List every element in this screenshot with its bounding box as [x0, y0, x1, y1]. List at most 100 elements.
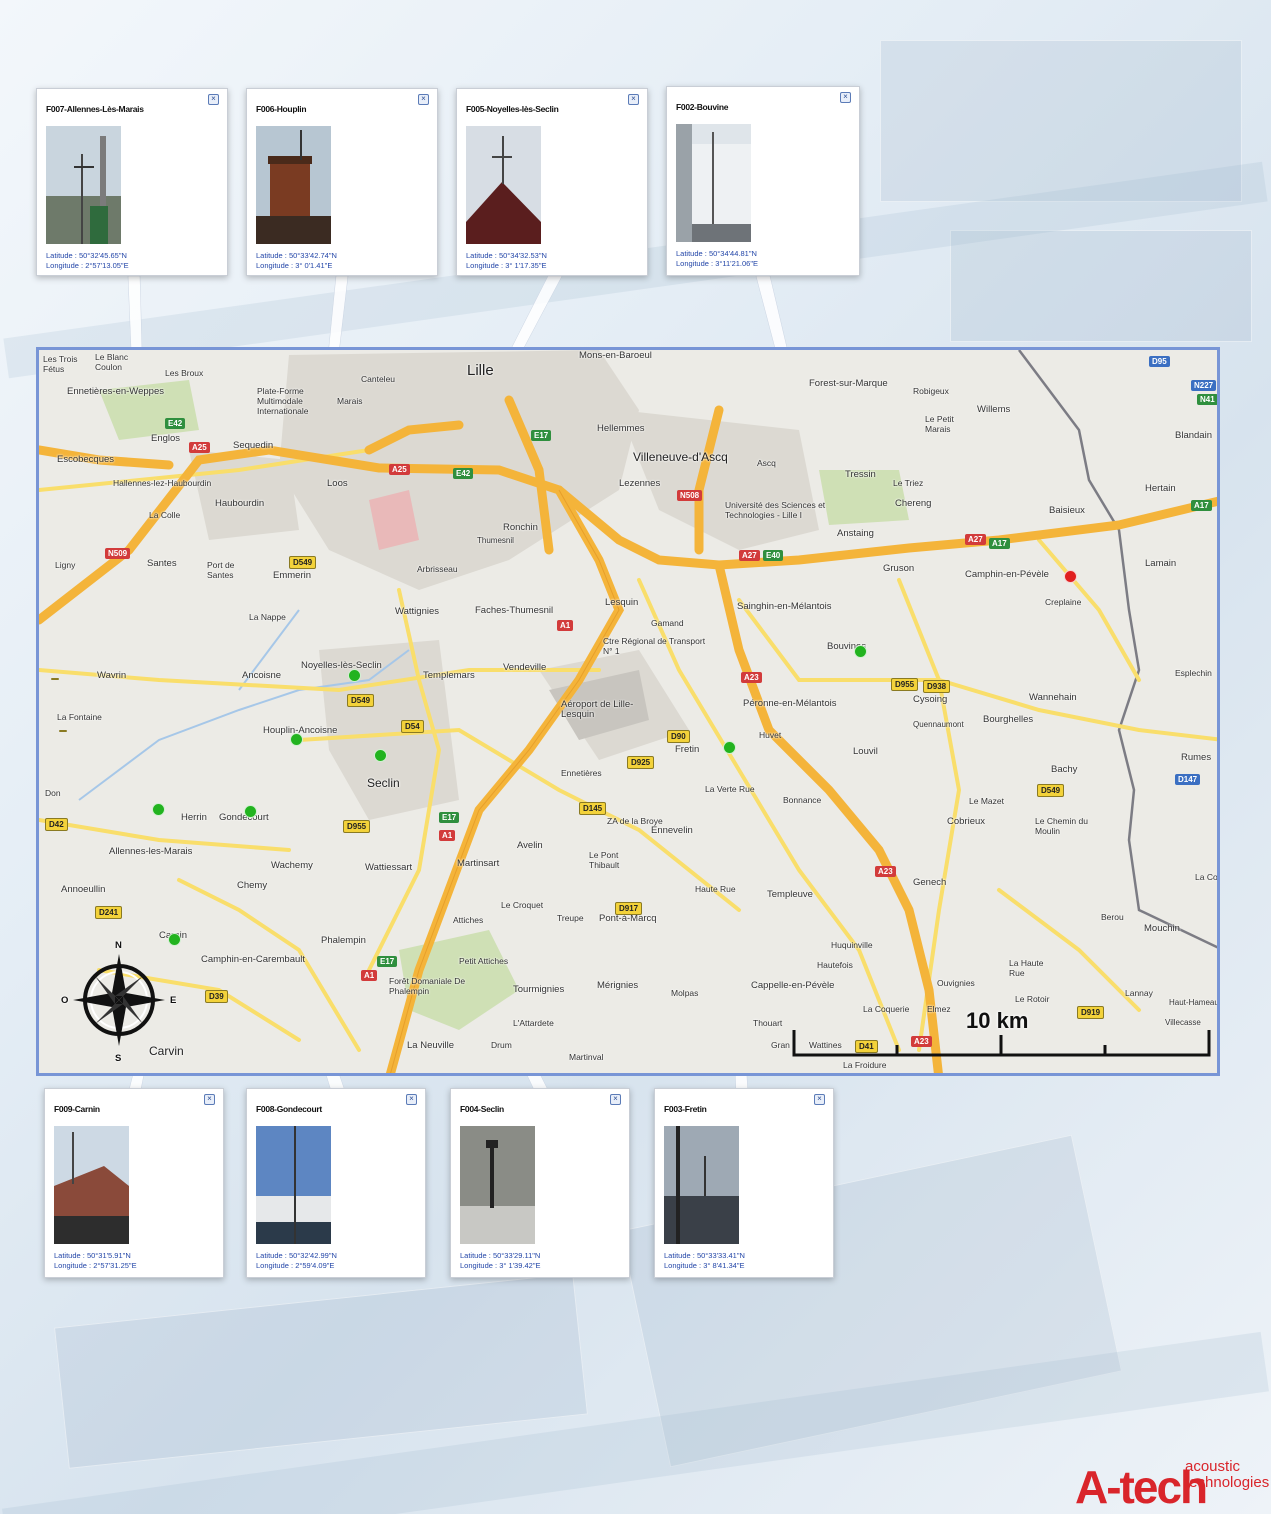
place-froidure: La Froidure	[843, 1060, 887, 1070]
place-chemy: Chemy	[237, 880, 268, 891]
place-ctre: Ctre Régional de Transport N° 1	[603, 636, 706, 656]
close-icon[interactable]: ×	[208, 94, 219, 105]
close-icon[interactable]: ×	[204, 1094, 215, 1105]
place-noyelles: Noyelles-lès-Seclin	[301, 660, 382, 671]
place-ascq: Ascq	[757, 458, 776, 468]
logo-sub2: technologies	[1185, 1474, 1270, 1491]
place-hautefois: Hautefois	[817, 960, 853, 970]
compass-w: O	[61, 995, 69, 1006]
road-shield: N41	[1197, 394, 1217, 405]
road-shield: D938	[923, 680, 951, 693]
station-card-f007[interactable]: F007-Allennes-Lès-Marais × Latitude : 50…	[36, 88, 228, 276]
close-icon[interactable]: ×	[628, 94, 639, 105]
station-marker-f007[interactable]	[152, 803, 165, 816]
place-huvet: Huvet	[759, 730, 782, 740]
station-card-f005[interactable]: F005-Noyelles-lès-Seclin × Latitude : 50…	[456, 88, 648, 276]
road-shield: N509	[105, 548, 131, 559]
place-lesquin: Lesquin	[605, 597, 639, 608]
place-wannehain: Wannehain	[1029, 692, 1077, 703]
road-shield: N227	[1191, 380, 1217, 391]
compass-e: E	[170, 995, 177, 1006]
place-foret: Forêt Domaniale De Phalempin	[389, 976, 466, 996]
road-shield: E17	[377, 956, 398, 967]
place-willems: Willems	[977, 404, 1011, 415]
place-mouchin: Mouchin	[1144, 923, 1180, 934]
station-title: F003-Fretin	[664, 1104, 707, 1114]
place-villecasse: Villecasse	[1165, 1018, 1201, 1027]
place-enneti: Ennetières-en-Weppes	[67, 386, 164, 397]
station-marker-f009[interactable]	[168, 933, 181, 946]
place-tourmignies: Tourmignies	[513, 984, 565, 995]
place-lepont: Le Pont Thibault	[589, 850, 620, 870]
place-lanappe: La Nappe	[249, 612, 286, 622]
place-lepetitmarais: Le Petit Marais	[925, 414, 954, 434]
close-icon[interactable]: ×	[418, 94, 429, 105]
road-shield: D39	[205, 990, 228, 1003]
station-marker-f008[interactable]	[244, 805, 257, 818]
station-card-f009[interactable]: F009-Carnin × Latitude : 50°31'5.91"N Lon…	[44, 1088, 224, 1278]
station-card-f003[interactable]: F003-Fretin × Latitude : 50°33'33.41"N Lo…	[654, 1088, 834, 1278]
place-marais: Marais	[337, 396, 363, 406]
station-title: F005-Noyelles-lès-Seclin	[466, 104, 559, 114]
station-photo	[54, 1126, 129, 1244]
place-ronchin: Ronchin	[503, 522, 538, 533]
place-blandain: Blandain	[1175, 430, 1212, 441]
compass-s: S	[115, 1053, 122, 1064]
place-hertain: Hertain	[1145, 483, 1176, 494]
place-loos: Loos	[327, 478, 348, 489]
place-forest: Forest-sur-Marque	[809, 378, 888, 389]
place-verterue: La Verte Rue	[705, 784, 755, 794]
station-marker-f002[interactable]	[854, 645, 867, 658]
place-lemazet: Le Mazet	[969, 796, 1004, 806]
place-laco: La Co	[1195, 872, 1218, 882]
road-shield: A27	[965, 534, 986, 545]
place-lamain: Lamain	[1145, 558, 1177, 569]
place-huquinville: Huquinville	[831, 940, 873, 950]
place-peronne: Péronne-en-Mélantois	[743, 698, 837, 709]
place-aeroport: Aéroport de Lille-Lesquin	[561, 699, 634, 720]
close-icon[interactable]: ×	[814, 1094, 825, 1105]
place-cobrieux: Cobrieux	[947, 816, 986, 827]
station-marker-f003[interactable]	[723, 741, 736, 754]
place-ancoisne: Ancoisne	[242, 670, 282, 681]
station-marker-f006[interactable]	[290, 733, 303, 746]
place-vendeville: Vendeville	[503, 662, 547, 673]
station-marker-f004[interactable]	[374, 749, 387, 762]
road-shield: D925	[627, 756, 655, 769]
station-card-f006[interactable]: F006-Houplin × Latitude : 50°33'42.74"N L…	[246, 88, 438, 276]
close-icon[interactable]: ×	[406, 1094, 417, 1105]
place-ligny: Ligny	[55, 560, 76, 570]
place-petitattiches: Petit Attiches	[459, 956, 509, 966]
place-lezennes: Lezennes	[619, 478, 661, 489]
close-icon[interactable]: ×	[840, 92, 851, 103]
station-card-f008[interactable]: F008-Gondecourt × Latitude : 50°32'42.99…	[246, 1088, 426, 1278]
station-card-f002[interactable]: F002-Bouvine × Latitude : 50°34'44.81"N L…	[666, 86, 860, 276]
place-camphin: Camphin-en-Pévèle	[965, 569, 1049, 580]
station-card-f004[interactable]: F004-Seclin × Latitude : 50°33'29.11"N Lo…	[450, 1088, 630, 1278]
place-hellemmes: Hellemmes	[597, 423, 645, 434]
road-shield: A1	[557, 620, 574, 631]
place-annoeullin: Annoeullin	[61, 884, 106, 895]
place-drum: Drum	[491, 1040, 512, 1050]
place-martinsart: Martinsart	[457, 858, 500, 869]
place-esplechin: Esplechin	[1175, 668, 1212, 678]
station-marker-red[interactable]	[1064, 570, 1077, 583]
place-chereng: Chereng	[895, 498, 932, 509]
station-photo	[256, 126, 331, 244]
place-lannay: Lannay	[1125, 988, 1153, 998]
place-hauterue: Haute Rue	[695, 884, 736, 894]
road-shield: A23	[875, 866, 896, 877]
place-cysoing: Cysoing	[913, 694, 948, 705]
close-icon[interactable]: ×	[610, 1094, 621, 1105]
place-phalempin: Phalempin	[321, 935, 366, 946]
place-rumes: Rumes	[1181, 752, 1212, 763]
map-view[interactable]: N S E O 10 km Lille Villeneuve-d'Ascq Se…	[36, 347, 1220, 1076]
station-photo	[256, 1126, 331, 1244]
place-bourghelles: Bourghelles	[983, 714, 1034, 725]
place-zabroye: ZA de la Broye	[607, 816, 663, 826]
place-gamand: Gamand	[651, 618, 684, 628]
atech-logo: A-tech acoustic technologies	[1075, 1454, 1269, 1510]
station-marker-f005[interactable]	[348, 669, 361, 682]
road-shield: D147	[1175, 774, 1201, 785]
logo-sub1: acoustic	[1185, 1458, 1241, 1475]
